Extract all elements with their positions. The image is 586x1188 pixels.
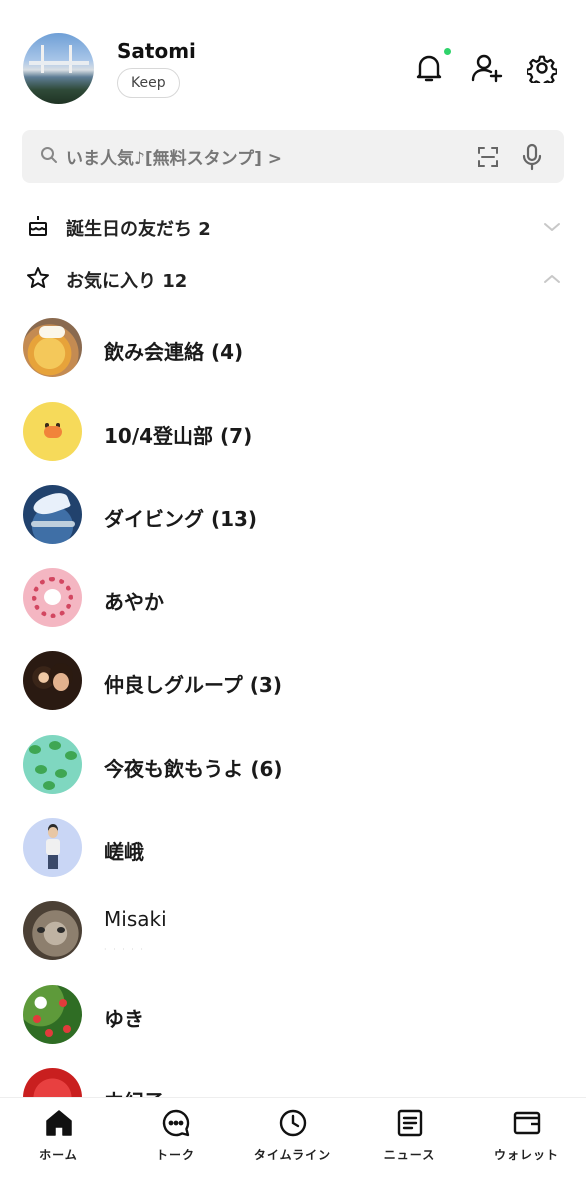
- nav-label: ホーム: [39, 1148, 78, 1162]
- avatar: [23, 318, 82, 377]
- list-item[interactable]: 10/4登山部 (7): [0, 402, 586, 486]
- nav-news[interactable]: ニュース: [351, 1108, 468, 1178]
- avatar: [23, 818, 82, 877]
- nav-label: ウォレット: [493, 1148, 559, 1162]
- chevron-down-icon[interactable]: [543, 218, 561, 237]
- avatar: [23, 402, 82, 461]
- chevron-up-icon[interactable]: [543, 270, 561, 289]
- friend-name: 飲み会連絡 (4): [104, 340, 244, 364]
- status-message: · · · · ·: [104, 945, 145, 954]
- cake-icon: [26, 214, 50, 242]
- bottom-nav: ホーム トーク タイムライン ニュース ウォレット: [0, 1097, 586, 1188]
- nav-talk[interactable]: トーク: [117, 1108, 234, 1178]
- section-favorites[interactable]: お気に入り 12: [0, 258, 586, 298]
- list-item[interactable]: 仲良しグループ (3): [0, 651, 586, 735]
- list-item[interactable]: 飲み会連絡 (4): [0, 318, 586, 402]
- nav-label: タイムライン: [253, 1148, 332, 1162]
- profile-name[interactable]: Satomi: [117, 39, 196, 63]
- avatar: [23, 485, 82, 544]
- list-item[interactable]: ダイビング (13): [0, 485, 586, 569]
- nav-label: トーク: [155, 1148, 195, 1162]
- home-icon: [0, 1108, 117, 1140]
- search-bar[interactable]: いま人気♪[無料スタンプ] >: [22, 130, 564, 183]
- bell-icon[interactable]: [411, 50, 447, 86]
- gear-icon[interactable]: [524, 50, 560, 86]
- list-item[interactable]: 嵯峨: [0, 818, 586, 902]
- avatar: [23, 568, 82, 627]
- avatar: [23, 651, 82, 710]
- avatar: [23, 901, 82, 960]
- star-icon: [26, 266, 50, 294]
- section-birthday[interactable]: 誕生日の友だち 2: [0, 206, 586, 246]
- avatar: [23, 985, 82, 1044]
- qr-scan-icon[interactable]: [477, 146, 499, 172]
- microphone-icon[interactable]: [521, 143, 543, 175]
- friend-name: ダイビング (13): [104, 507, 258, 531]
- search-placeholder: いま人気♪[無料スタンプ] >: [66, 149, 283, 169]
- list-item[interactable]: あやか: [0, 568, 586, 652]
- list-item[interactable]: 今夜も飲もうよ (6): [0, 735, 586, 819]
- nav-home[interactable]: ホーム: [0, 1108, 117, 1178]
- friend-name: 仲良しグループ (3): [104, 673, 282, 697]
- clock-icon: [234, 1108, 351, 1140]
- chat-icon: [117, 1108, 234, 1140]
- add-friend-icon[interactable]: [469, 50, 505, 86]
- search-icon: [40, 146, 58, 168]
- avatar: [23, 735, 82, 794]
- nav-timeline[interactable]: タイムライン: [234, 1108, 351, 1178]
- friend-name: 10/4登山部 (7): [104, 424, 253, 448]
- notification-dot: [444, 48, 451, 55]
- keep-button[interactable]: Keep: [117, 68, 180, 98]
- friend-name: 嵯峨: [104, 840, 144, 864]
- profile-avatar[interactable]: [23, 33, 94, 104]
- profile-header: Satomi Keep: [0, 0, 586, 120]
- list-item[interactable]: Misaki · · · · ·: [0, 901, 586, 985]
- news-icon: [351, 1108, 468, 1140]
- friend-name: ゆき: [104, 1007, 144, 1031]
- home-screen: Satomi Keep いま人気♪[無料スタンプ] > 誕生日の友だち 2 お気…: [0, 0, 586, 1188]
- nav-wallet[interactable]: ウォレット: [468, 1108, 585, 1178]
- wallet-icon: [468, 1108, 585, 1140]
- nav-label: ニュース: [383, 1148, 436, 1162]
- section-label: お気に入り 12: [66, 271, 188, 292]
- section-label: 誕生日の友だち 2: [66, 219, 211, 240]
- friend-name: Misaki: [104, 907, 167, 931]
- friend-name: あやか: [104, 590, 164, 614]
- list-item[interactable]: ゆき: [0, 985, 586, 1069]
- friend-name: 今夜も飲もうよ (6): [104, 757, 283, 781]
